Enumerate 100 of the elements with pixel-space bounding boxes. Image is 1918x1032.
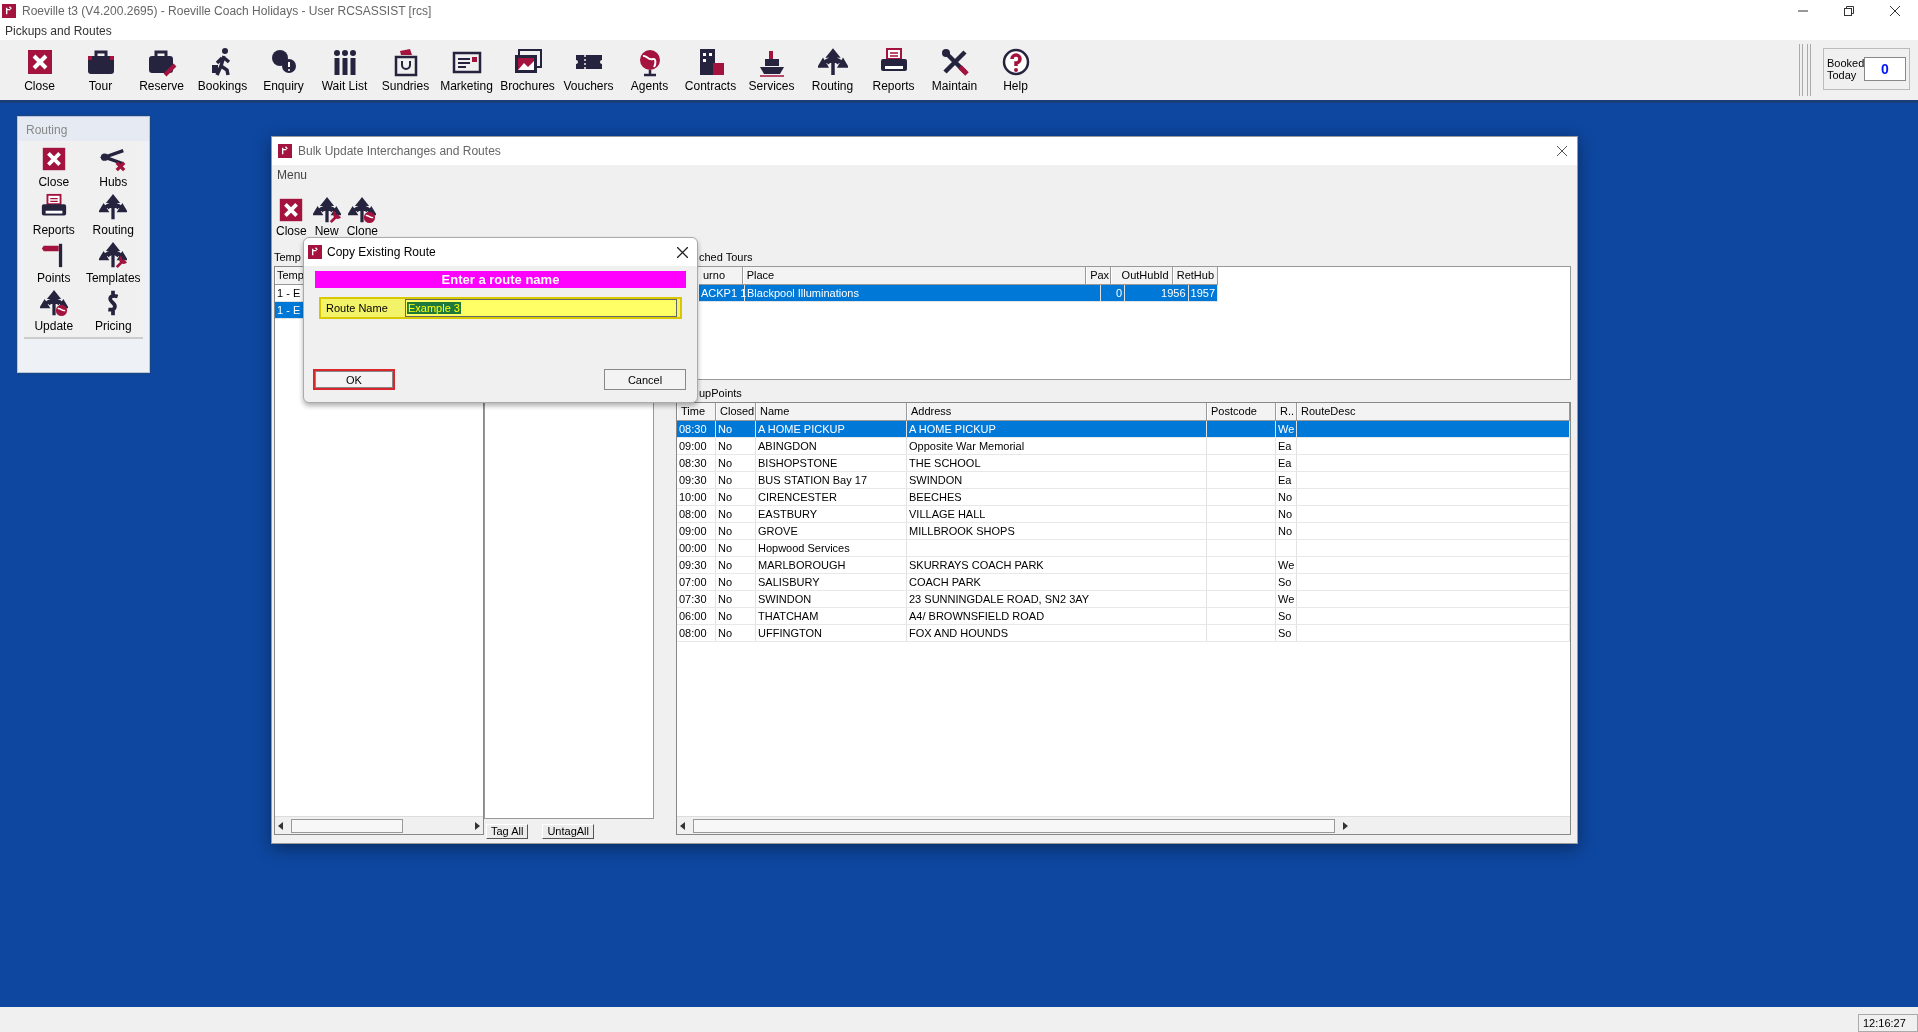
- column-header[interactable]: R..: [1276, 403, 1297, 420]
- column-header[interactable]: Closed: [716, 403, 756, 420]
- toolbar-button[interactable]: Clone: [344, 185, 381, 240]
- table-row[interactable]: 09:00 No GROVE MILLBROOK SHOPS No: [677, 523, 1570, 540]
- toolbar-button[interactable]: Agents: [619, 40, 680, 100]
- table-row[interactable]: 06:00 No THATCHAM A4/ BROWNSFIELD ROAD So: [677, 608, 1570, 625]
- table-row[interactable]: 07:30 No SWINDON 23 SUNNINGDALE ROAD, SN2 3AY We: [677, 591, 1570, 608]
- table-cell: 1957: [1188, 285, 1218, 301]
- table-row[interactable]: 00:00 No Hopwood Services: [677, 540, 1570, 557]
- toolbar-button[interactable]: Reserve: [131, 40, 192, 100]
- toolbar-button[interactable]: Enquiry: [253, 40, 314, 100]
- column-header[interactable]: Postcode: [1207, 403, 1276, 420]
- table-cell: No: [716, 523, 756, 539]
- column-header[interactable]: Name: [756, 403, 907, 420]
- table-cell: 08:00: [677, 625, 716, 641]
- app-icon: [308, 245, 322, 259]
- table-cell: 10:00: [677, 489, 716, 505]
- column-header[interactable]: OutHubId: [1111, 267, 1173, 284]
- ok-button[interactable]: OK: [313, 369, 395, 390]
- table-cell: No: [716, 472, 756, 488]
- table-row[interactable]: 10:00 No CIRENCESTER BEECHES No: [677, 489, 1570, 506]
- toolbar-button[interactable]: Tour: [70, 40, 131, 100]
- tools-icon: [939, 47, 970, 77]
- toolbar-button[interactable]: New: [310, 185, 343, 240]
- table-cell: No: [716, 506, 756, 522]
- table-row[interactable]: 08:00 No UFFINGTON FOX AND HOUNDS So: [677, 625, 1570, 642]
- toolbar-button[interactable]: Wait List: [314, 40, 375, 100]
- table-cell: No: [716, 421, 756, 437]
- table-cell: 08:30: [677, 455, 716, 471]
- table-cell: No: [1276, 506, 1297, 522]
- column-header[interactable]: RouteDesc: [1297, 403, 1570, 420]
- app-icon: [278, 144, 292, 158]
- table-row[interactable]: 09:30 No MARLBOROUGH SKURRAYS COACH PARK We: [677, 557, 1570, 574]
- restore-icon: [1844, 6, 1854, 16]
- window-title: Bulk Update Interchanges and Routes: [298, 144, 502, 158]
- toolbar-button[interactable]: Contracts: [680, 40, 741, 100]
- panel-button[interactable]: Pricing: [83, 289, 143, 333]
- toolbar-button[interactable]: Brochures: [497, 40, 558, 100]
- table-cell: VILLAGE HALL: [907, 506, 1207, 522]
- close-icon: [1557, 146, 1567, 156]
- column-header[interactable]: Pax: [1086, 267, 1112, 284]
- table-row[interactable]: 08:30 No A HOME PICKUP A HOME PICKUP We: [677, 421, 1570, 438]
- column-header[interactable]: RetHub: [1172, 267, 1218, 284]
- table-cell: Blackpool Illuminations: [745, 285, 1101, 301]
- table-cell: So: [1276, 574, 1297, 590]
- toolbar-button[interactable]: Services: [741, 40, 802, 100]
- horizontal-scrollbar[interactable]: [677, 816, 1570, 834]
- table-cell: A4/ BROWNSFIELD ROAD: [907, 608, 1207, 624]
- toolbar-button[interactable]: Maintain: [924, 40, 985, 100]
- table-cell: No: [716, 455, 756, 471]
- table-cell: BEECHES: [907, 489, 1207, 505]
- arrows-globe-icon: [39, 289, 68, 317]
- table-row[interactable]: 09:00 No ABINGDON Opposite War Memorial Ea: [677, 438, 1570, 455]
- column-header[interactable]: Address: [907, 403, 1207, 420]
- table-cell: 08:30: [677, 421, 716, 437]
- table-cell: MILLBROOK SHOPS: [907, 523, 1207, 539]
- toolbar-button[interactable]: Marketing: [436, 40, 497, 100]
- panel-button[interactable]: Points: [24, 241, 84, 285]
- toolbar-button[interactable]: Close: [9, 40, 70, 100]
- table-cell: 07:30: [677, 591, 716, 607]
- panel-button[interactable]: Reports: [24, 193, 84, 237]
- table-cell: Ea: [1276, 438, 1297, 454]
- toolbar-button[interactable]: Reports: [863, 40, 924, 100]
- table-cell: SWINDON: [907, 472, 1207, 488]
- arrows-wrench-icon: [99, 241, 128, 269]
- toolbar-button[interactable]: Help: [985, 40, 1046, 100]
- toolbar-button[interactable]: Routing: [802, 40, 863, 100]
- table-row[interactable]: 08:00 No EASTBURY VILLAGE HALL No: [677, 506, 1570, 523]
- table-cell: BUS STATION Bay 17: [756, 472, 907, 488]
- route-name-field[interactable]: Example 3: [405, 299, 677, 317]
- tag-button[interactable]: UntagAll: [542, 823, 594, 839]
- table-row[interactable]: 09:30 No BUS STATION Bay 17 SWINDON Ea: [677, 472, 1570, 489]
- menu-item[interactable]: Menu: [277, 168, 308, 182]
- section-label: Temp: [274, 251, 301, 263]
- panel-button[interactable]: Hubs: [83, 145, 143, 189]
- table-row[interactable]: ACKP1 1Blackpool Illuminations 0 1956 1957: [699, 285, 1218, 302]
- menu-item[interactable]: Pickups and Routes: [5, 24, 112, 38]
- table-cell: THATCHAM: [756, 608, 907, 624]
- table-cell: Ea: [1276, 455, 1297, 471]
- toolbar-button[interactable]: Close: [274, 185, 309, 240]
- horizontal-scrollbar[interactable]: [275, 816, 483, 834]
- toolbar-button[interactable]: Vouchers: [558, 40, 619, 100]
- table-cell: GROVE: [756, 523, 907, 539]
- table-cell: BISHOPSTONE: [756, 455, 907, 471]
- field-label: Route Name: [325, 302, 389, 314]
- table-row[interactable]: 07:00 No SALISBURY COACH PARK So: [677, 574, 1570, 591]
- panel-button[interactable]: Routing: [83, 193, 143, 237]
- panel-button[interactable]: Update: [24, 289, 84, 333]
- panel-button[interactable]: Close: [24, 145, 84, 189]
- column-header[interactable]: Place: [742, 267, 1087, 284]
- column-header[interactable]: urno: [699, 267, 743, 284]
- table-cell: Ea: [1276, 472, 1297, 488]
- table-row[interactable]: 08:30 No BISHOPSTONE THE SCHOOL Ea: [677, 455, 1570, 472]
- toolbar-button[interactable]: Sundries: [375, 40, 436, 100]
- table-cell: 00:00: [677, 540, 716, 556]
- panel-button[interactable]: Templates: [83, 241, 143, 285]
- tag-button[interactable]: Tag All: [486, 823, 529, 839]
- cancel-button[interactable]: Cancel: [604, 369, 686, 390]
- toolbar-button[interactable]: Bookings: [192, 40, 253, 100]
- split-arrows-icon: [817, 47, 848, 77]
